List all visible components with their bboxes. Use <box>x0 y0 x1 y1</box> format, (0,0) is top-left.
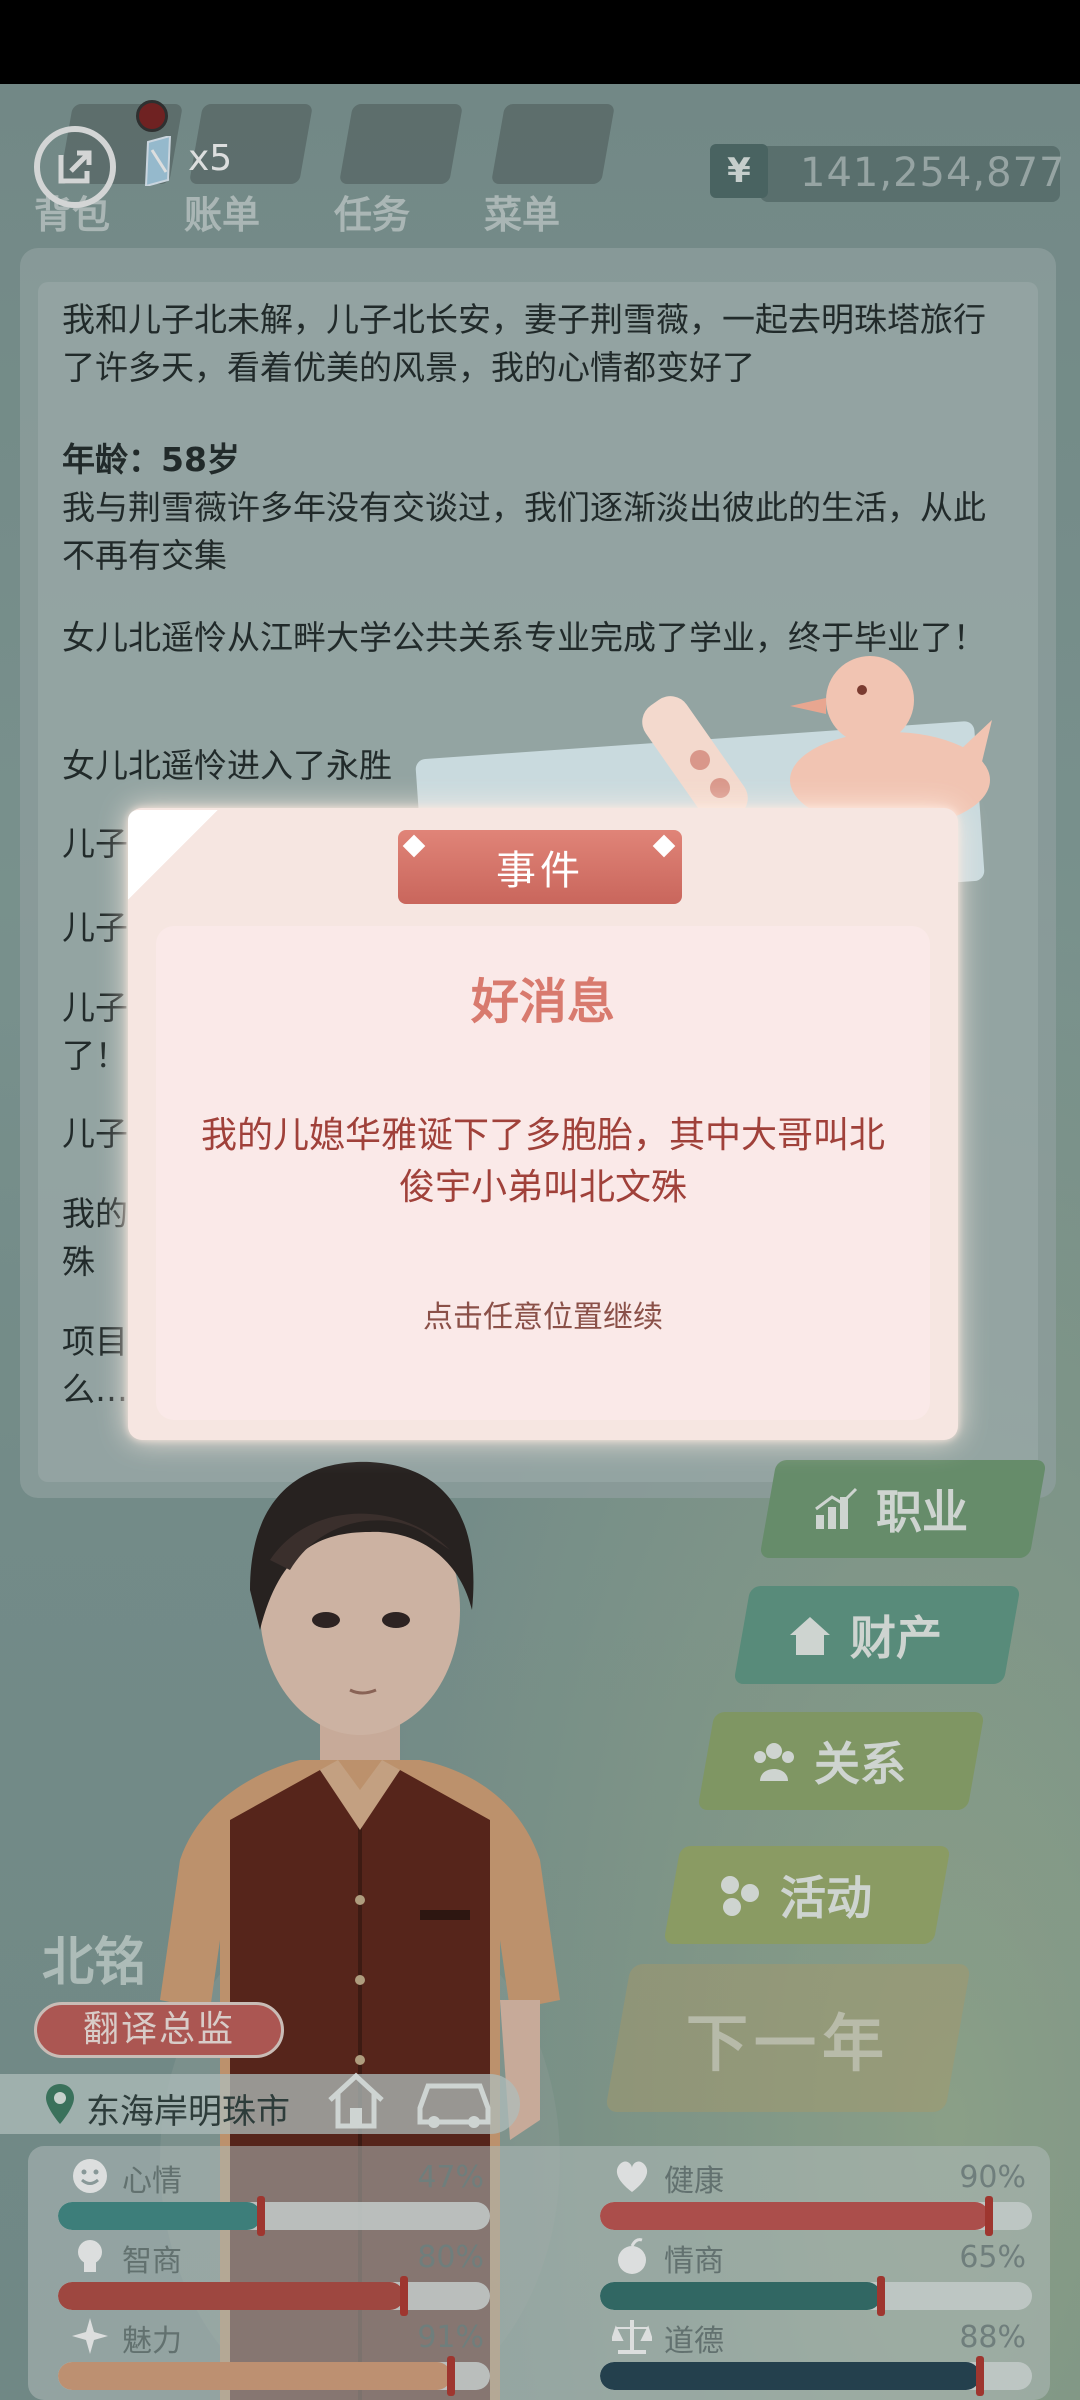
event-message: 我的儿媳华雅诞下了多胞胎，其中大哥叫北俊宇小弟叫北文殊 <box>200 1115 885 1208</box>
duck-icon <box>790 656 992 828</box>
status-bar <box>0 0 1080 84</box>
event-tag-label: 事件 <box>496 848 584 894</box>
modal-page-corner <box>128 810 218 900</box>
event-heading: 好消息 <box>470 974 615 1030</box>
continue-hint[interactable]: 点击任意位置继续 <box>156 1292 930 1336</box>
event-tag: 事件 <box>398 830 682 904</box>
